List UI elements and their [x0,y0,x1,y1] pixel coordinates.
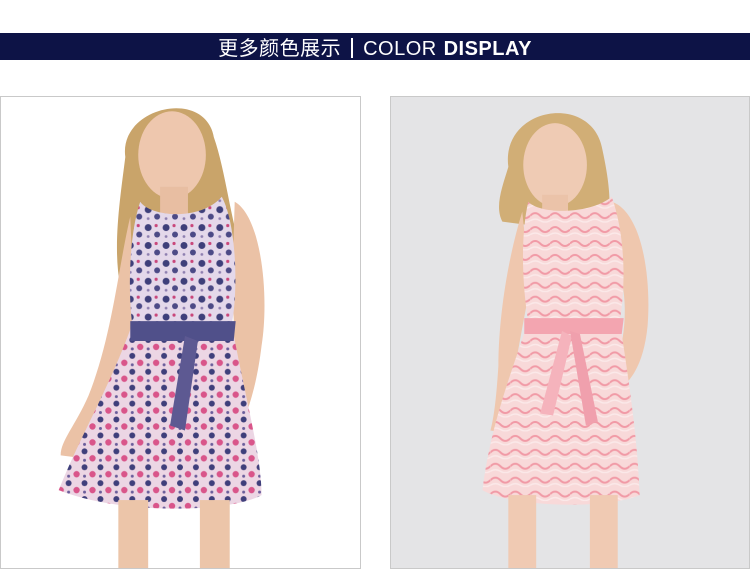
banner-title-chinese: 更多颜色展示 [218,36,342,60]
banner-separator [351,38,354,58]
color-display-banner: 更多颜色展示 COLOR DISPLAY [0,33,750,60]
banner-title-color: COLOR [363,38,437,60]
banner-title: 更多颜色展示 COLOR DISPLAY [218,32,532,61]
product-photo-pink-dress[interactable] [390,96,750,569]
product-photo-navy-floral-dress[interactable] [0,96,361,569]
pink-dress-illustration [482,113,649,568]
navy-floral-dress-illustration [58,108,265,568]
banner-title-display: DISPLAY [443,38,532,60]
